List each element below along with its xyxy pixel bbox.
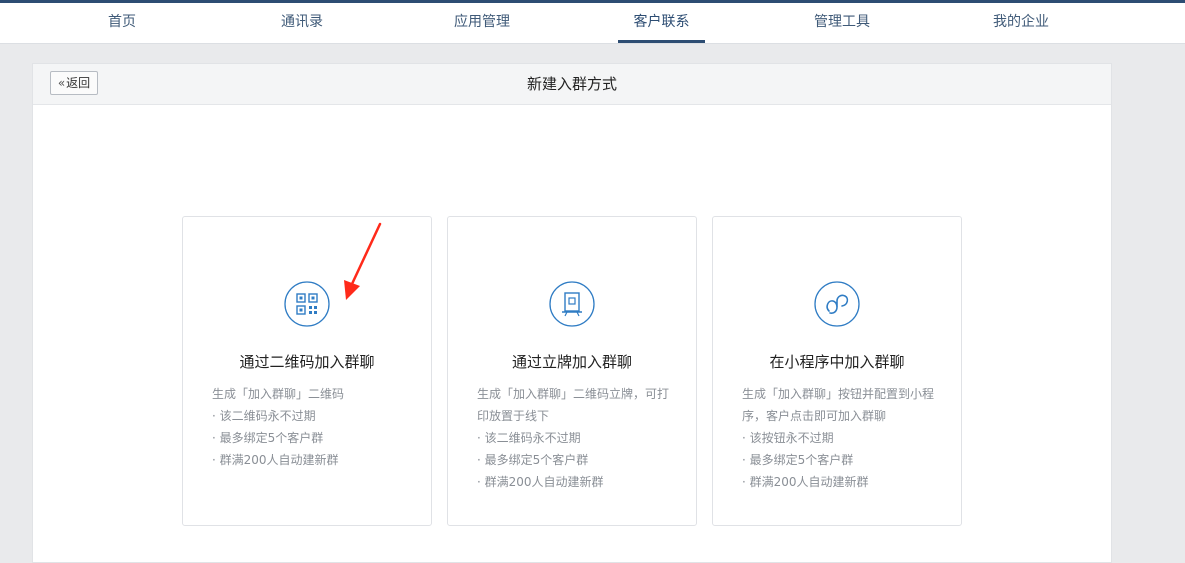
description-line: 生成「加入群聊」二维码: [212, 387, 345, 401]
card-description: 生成「加入群聊」二维码 · 该二维码永不过期 · 最多绑定5个客户群 · 群满2…: [212, 383, 409, 471]
nav-customer-contact[interactable]: 客户联系: [618, 3, 705, 43]
description-line: · 该二维码永不过期: [477, 431, 581, 445]
description-line: · 最多绑定5个客户群: [477, 453, 589, 467]
card-mini-program[interactable]: 在小程序中加入群聊 生成「加入群聊」按钮并配置到小程序，客户点击即可加入群聊 ·…: [712, 216, 962, 526]
standee-icon: [549, 281, 595, 327]
card-qrcode[interactable]: 通过二维码加入群聊 生成「加入群聊」二维码 · 该二维码永不过期 · 最多绑定5…: [182, 216, 432, 526]
mini-program-icon: [814, 281, 860, 327]
annotation-arrow-icon: [344, 222, 382, 300]
nav-contacts[interactable]: 通讯录: [272, 3, 332, 43]
description-line: · 最多绑定5个客户群: [212, 431, 324, 445]
nav-app-management[interactable]: 应用管理: [446, 3, 518, 43]
card-description: 生成「加入群聊」二维码立牌，可打印放置于线下 · 该二维码永不过期 · 最多绑定…: [477, 383, 674, 493]
description-line: · 该二维码永不过期: [212, 409, 316, 423]
nav-admin-tools[interactable]: 管理工具: [806, 3, 878, 43]
page-title: 新建入群方式: [526, 75, 617, 93]
nav-home[interactable]: 首页: [92, 3, 152, 43]
description-line: · 该按钮永不过期: [742, 431, 834, 445]
qrcode-icon: [284, 281, 330, 327]
description-line: 生成「加入群聊」按钮并配置到小程序，客户点击即可加入群聊: [742, 387, 935, 423]
top-navigation: 首页 通讯录 应用管理 客户联系 管理工具 我的企业: [0, 0, 1185, 44]
description-line: · 群满200人自动建新群: [742, 475, 869, 489]
nav-my-company[interactable]: 我的企业: [985, 3, 1057, 43]
card-description: 生成「加入群聊」按钮并配置到小程序，客户点击即可加入群聊 · 该按钮永不过期 ·…: [742, 383, 939, 493]
panel-header: «返回 新建入群方式: [33, 64, 1111, 105]
description-line: · 最多绑定5个客户群: [742, 453, 854, 467]
card-title: 通过二维码加入群聊: [239, 353, 375, 371]
main-panel: «返回 新建入群方式 通过二维码加入群聊 生成「加入群聊」二维码 · 该二维码永…: [32, 63, 1112, 563]
description-line: 生成「加入群聊」二维码立牌，可打印放置于线下: [477, 387, 670, 423]
card-standee[interactable]: 通过立牌加入群聊 生成「加入群聊」二维码立牌，可打印放置于线下 · 该二维码永不…: [447, 216, 697, 526]
card-title: 通过立牌加入群聊: [511, 353, 632, 371]
description-line: · 群满200人自动建新群: [212, 453, 339, 467]
description-line: · 群满200人自动建新群: [477, 475, 604, 489]
card-title: 在小程序中加入群聊: [769, 353, 905, 371]
